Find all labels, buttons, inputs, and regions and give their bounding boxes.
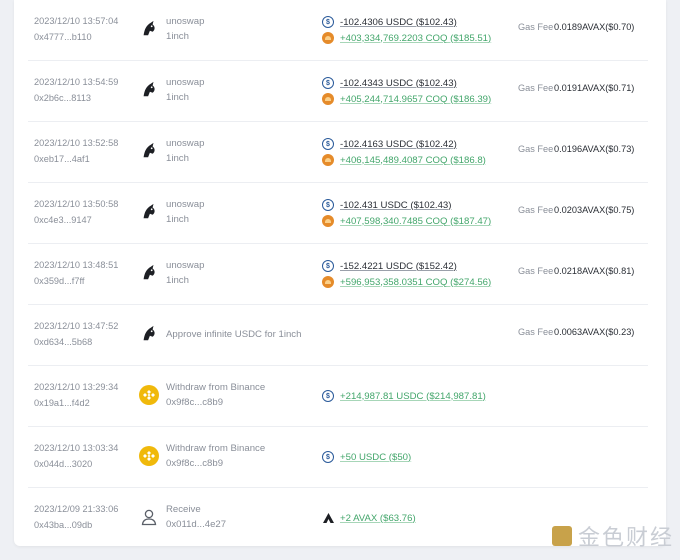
unicorn-icon xyxy=(138,201,160,223)
app-action: Receive xyxy=(166,504,201,515)
counterparty-address[interactable]: 0x011d...4e27 xyxy=(166,519,226,530)
app-protocol: 1inch xyxy=(166,153,189,164)
amount-in[interactable]: +405,244,714.9657 COQ ($186.39) xyxy=(340,94,491,105)
amount-in[interactable]: +2 AVAX ($63.76) xyxy=(340,513,416,524)
gas-fee-label: Gas Fee xyxy=(518,266,554,276)
unicorn-icon xyxy=(138,262,160,284)
app-action: Withdraw from Binance xyxy=(166,443,266,454)
usdc-icon xyxy=(322,390,334,402)
avax-icon xyxy=(322,512,334,524)
app-action: unoswap xyxy=(166,16,205,27)
usdc-icon xyxy=(322,260,334,272)
table-row[interactable]: 2023/12/10 13:54:59 0x2b6c...8113 unoswa… xyxy=(28,61,648,122)
amount-out[interactable]: -152.4221 USDC ($152.42) xyxy=(340,261,457,272)
unicorn-icon xyxy=(138,79,160,101)
table-row[interactable]: 2023/12/10 13:48:51 0x359d...f7ff unoswa… xyxy=(28,244,648,305)
amount-in[interactable]: +50 USDC ($50) xyxy=(340,452,411,463)
watermark-text: 金色财经 xyxy=(577,526,674,551)
amount-in[interactable]: +407,598,340.7485 COQ ($187.47) xyxy=(340,216,491,227)
table-row[interactable]: 2023/12/10 13:52:58 0xeb17...4af1 unoswa… xyxy=(28,122,648,183)
usdc-icon xyxy=(322,138,334,150)
counterparty-address[interactable]: 0x9f8c...c8b9 xyxy=(166,397,265,408)
table-row[interactable]: 2023/12/10 13:50:58 0xc4e3...9147 unoswa… xyxy=(28,183,648,244)
app-protocol: 1inch xyxy=(166,275,189,286)
coq-icon xyxy=(322,154,334,166)
table-row[interactable]: 2023/12/10 13:29:34 0x19a1...f4d2 Withdr… xyxy=(28,366,648,427)
usdc-icon xyxy=(322,16,334,28)
unicorn-icon xyxy=(138,140,160,162)
app-protocol: 1inch xyxy=(166,214,189,225)
app-action: Withdraw from Binance xyxy=(166,382,266,393)
gas-fee-label: Gas Fee xyxy=(518,144,554,154)
coq-icon xyxy=(322,276,334,288)
table-row[interactable]: 2023/12/10 13:47:52 0xd634...5b68 Approv… xyxy=(28,305,648,366)
amount-in[interactable]: +596,953,358.0351 COQ ($274.56) xyxy=(340,277,491,288)
app-action: unoswap xyxy=(166,138,205,149)
amount-out[interactable]: -102.4306 USDC ($102.43) xyxy=(340,17,457,28)
amount-in[interactable]: +214,987.81 USDC ($214,987.81) xyxy=(340,391,486,402)
binance-icon xyxy=(138,384,160,406)
amount-out[interactable]: -102.4343 USDC ($102.43) xyxy=(340,78,457,89)
amount-in[interactable]: +403,334,769.2203 COQ ($185.51) xyxy=(340,33,491,44)
binance-icon xyxy=(138,445,160,467)
app-action: unoswap xyxy=(166,199,205,210)
app-action: unoswap xyxy=(166,260,205,271)
gas-fee-label: Gas Fee xyxy=(518,205,554,215)
counterparty-address[interactable]: 0x9f8c...c8b9 xyxy=(166,458,265,469)
gas-fee-value: 0.0063AVAX($0.23) xyxy=(554,327,635,337)
gas-fee-value: 0.0189AVAX($0.70) xyxy=(554,22,635,32)
coq-icon xyxy=(322,93,334,105)
gas-fee-label: Gas Fee xyxy=(518,327,554,337)
amount-in[interactable]: +406,145,489.4087 COQ ($186.8) xyxy=(340,155,486,166)
table-row[interactable]: 2023/12/10 13:57:04 0x4777...b110 unoswa… xyxy=(28,0,648,61)
app-action: Approve infinite USDC for 1inch xyxy=(166,329,302,340)
gas-fee-value: 0.0191AVAX($0.71) xyxy=(554,83,635,93)
gas-fee-value: 0.0203AVAX($0.75) xyxy=(554,205,635,215)
unicorn-icon xyxy=(138,18,160,40)
table-row[interactable]: 2023/12/10 13:03:34 0x044d...3020 Withdr… xyxy=(28,427,648,488)
usdc-icon xyxy=(322,199,334,211)
gas-fee-value: 0.0196AVAX($0.73) xyxy=(554,144,635,154)
coq-icon xyxy=(322,32,334,44)
app-action: unoswap xyxy=(166,77,205,88)
usdc-icon xyxy=(322,451,334,463)
unicorn-icon xyxy=(138,323,160,345)
watermark-logo: 金色财经 xyxy=(551,520,674,552)
amount-out[interactable]: -102.431 USDC ($102.43) xyxy=(340,200,451,211)
app-protocol: 1inch xyxy=(166,92,189,103)
transaction-history-panel: 2023/12/10 13:57:04 0x4777...b110 unoswa… xyxy=(14,0,666,546)
amount-out[interactable]: -102.4163 USDC ($102.42) xyxy=(340,139,457,150)
user-icon xyxy=(138,506,160,528)
watermark-icon xyxy=(551,526,572,546)
gas-fee-value: 0.0218AVAX($0.81) xyxy=(554,266,635,276)
usdc-icon xyxy=(322,77,334,89)
gas-fee-label: Gas Fee xyxy=(518,83,554,93)
gas-fee-label: Gas Fee xyxy=(518,22,554,32)
app-protocol: 1inch xyxy=(166,31,189,42)
coq-icon xyxy=(322,215,334,227)
